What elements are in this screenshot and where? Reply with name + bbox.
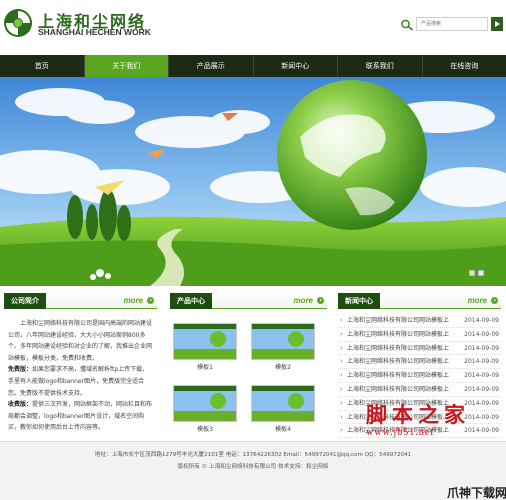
product-label[interactable]: 模板1 [173,362,237,371]
more-link[interactable]: more [123,296,143,305]
site-header: 上海和尘网络 SHANGHAI HECHEN WORK [0,0,506,54]
free-label: 免费版： [8,366,33,374]
watermark: 脚本之家 www.jb51.net [366,399,481,438]
more-arrow-icon[interactable] [147,297,154,304]
products-section: 产品中心 more 模板1 模板2 模板3 模板4 [170,293,327,438]
section-title: 公司简介 [4,293,46,309]
news-item[interactable]: 上海和尘网络科技有限公司网站模板上 2014-09-09 [338,383,501,397]
nav-item-consult[interactable]: 在线咨询 [423,55,506,77]
news-date: 2014-09-09 [464,344,499,352]
product-item[interactable]: 模板3 [173,385,237,433]
banner-pager [469,270,484,276]
arrow-right-icon [495,21,500,27]
footer-copyright: 版权所有 © 上海和尘网络科技有限公司 技术支持：和尘网络 [177,464,329,470]
search-icon [401,19,414,31]
news-item[interactable]: 上海和尘网络科技有限公司网站模板上 2014-09-09 [338,342,501,356]
news-title[interactable]: 上海和尘网络科技有限公司网站模板上 [347,317,449,324]
logo-icon[interactable] [3,8,33,38]
paid-label: 收费版： [8,401,33,409]
product-item[interactable]: 模板1 [173,323,237,371]
main-nav: 首页 关于我们 产品展示 新闻中心 联系我们 在线咨询 [0,55,506,77]
nav-item-products[interactable]: 产品展示 [169,55,254,77]
section-header: 产品中心 more [170,293,327,309]
news-date: 2014-09-09 [464,372,499,380]
nav-item-contact[interactable]: 联系我们 [338,55,423,77]
news-item[interactable]: 上海和尘网络科技有限公司网站模板上 2014-09-09 [338,369,501,383]
news-title[interactable]: 上海和尘网络科技有限公司网站模板上 [347,331,449,338]
product-thumbnail[interactable] [173,385,237,422]
section-title: 新闻中心 [338,293,380,309]
section-header: 新闻中心 more [338,293,501,309]
news-title[interactable]: 上海和尘网络科技有限公司网站模板上 [347,386,449,393]
more-link[interactable]: more [467,296,487,305]
footer-address: 地址：上海市长宁区茂西路1279号丰光大厦2101室 电话：1376422630… [94,452,412,458]
news-date: 2014-09-09 [464,330,499,338]
nav-item-home[interactable]: 首页 [0,55,85,77]
nav-item-about[interactable]: 关于我们 [84,55,169,77]
news-date: 2014-09-09 [464,385,499,393]
news-item[interactable]: 上海和尘网络科技有限公司网站模板上 2014-09-09 [338,355,501,370]
more-arrow-icon[interactable] [491,297,498,304]
news-date: 2014-09-09 [464,358,499,366]
news-item[interactable]: 上海和尘网络科技有限公司网站模板上 2014-09-09 [338,328,501,342]
more-link[interactable]: more [293,296,313,305]
product-label[interactable]: 模板3 [173,424,237,433]
intro-body: 上海和尘网络科技有限公司是国内高端的网站建设公司，八年网站建设经验，大大小小网站… [4,309,157,434]
product-label[interactable]: 模板4 [251,424,315,433]
brand-name-en: SHANGHAI HECHEN WORK [38,27,151,37]
news-title[interactable]: 上海和尘网络科技有限公司网站模板上 [347,372,449,379]
news-title[interactable]: 上海和尘网络科技有限公司网站模板上 [347,345,449,352]
news-item[interactable]: 上海和尘网络科技有限公司网站模板上 2014-09-09 [338,314,501,328]
product-thumbnail[interactable] [173,323,237,360]
site-footer: 地址：上海市长宁区茂西路1279号丰光大厦2101室 电话：1376422630… [0,441,506,500]
section-title: 产品中心 [170,293,212,309]
intro-free: 免费版：如果您要求不高，懂域名解析ftp上传下载，手里有人能做logo和bann… [8,364,153,399]
product-thumbnail[interactable] [251,323,315,360]
banner-dot-1[interactable] [469,270,475,276]
search-input[interactable] [416,17,488,31]
company-intro-section: 公司简介 more 上海和尘网络科技有限公司是国内高端的网站建设公司，八年网站建… [4,293,157,438]
product-label[interactable]: 模板2 [251,362,315,371]
more-arrow-icon[interactable] [317,297,324,304]
banner-dot-2[interactable] [478,270,484,276]
search-button[interactable] [491,17,503,31]
section-header: 公司简介 more [4,293,157,309]
product-thumbnail[interactable] [251,385,315,422]
product-item[interactable]: 模板2 [251,323,315,371]
news-date: 2014-09-09 [464,317,499,324]
watermark-title: 脚本之家 [366,402,470,427]
hero-banner[interactable] [0,77,506,286]
corner-watermark: 爪神下载网 [447,486,506,500]
news-title[interactable]: 上海和尘网络科技有限公司网站模板上 [347,358,449,365]
intro-paid: 收费版：提供三次开发，网站框架不动，网站栏目和布局都会调整，logo和banne… [8,399,153,434]
intro-paragraph: 上海和尘网络科技有限公司是国内高端的网站建设公司，八年网站建设经验，大大小小网站… [8,320,153,362]
nav-item-news[interactable]: 新闻中心 [254,55,338,77]
banner-image [0,77,506,286]
product-item[interactable]: 模板4 [251,385,315,433]
